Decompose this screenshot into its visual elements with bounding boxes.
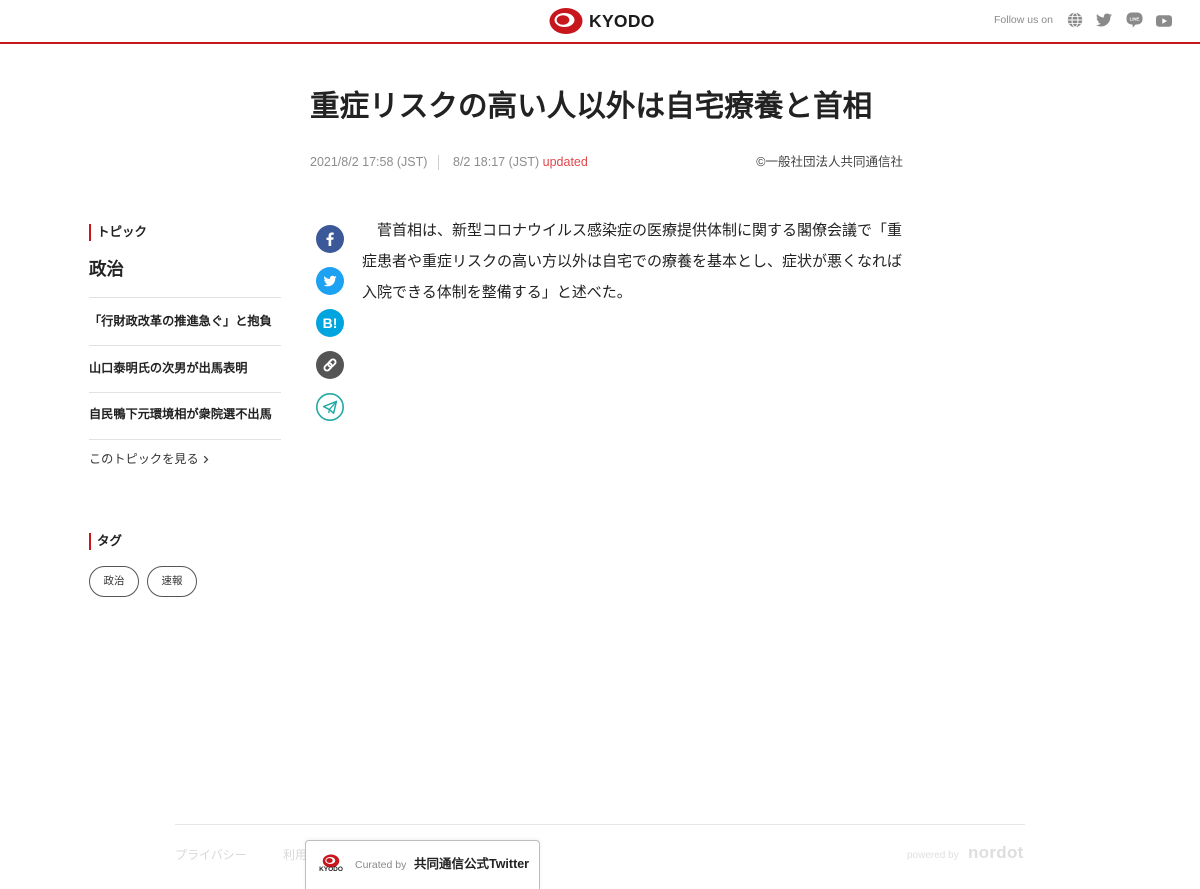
topic-divider bbox=[89, 392, 281, 393]
follow-us-label: Follow us on bbox=[994, 14, 1053, 26]
nordot-logo[interactable]: nordot bbox=[968, 842, 1024, 864]
facebook-share-button[interactable] bbox=[316, 225, 344, 253]
topic-name-link[interactable]: 政治 bbox=[89, 257, 124, 281]
line-icon: LINE bbox=[1126, 12, 1143, 28]
meta-divider bbox=[438, 155, 439, 170]
article-body: 菅首相は、新型コロナウイルス感染症の医療提供体制に関する閣僚会議で「重症患者や重… bbox=[362, 222, 903, 301]
curator-badge[interactable]: KYODO Curated by 共同通信公式Twitter bbox=[305, 840, 540, 889]
powered-by-label: powered by bbox=[907, 850, 959, 861]
topic-divider bbox=[89, 439, 281, 440]
chevron-right-icon bbox=[203, 455, 209, 463]
hatena-bookmark-icon: B! bbox=[316, 309, 344, 337]
privacy-link[interactable]: プライバシー bbox=[175, 847, 247, 863]
topic-item[interactable]: 山口泰明氏の次男が出馬表明 bbox=[89, 359, 281, 377]
curator-logo-text: KYODO bbox=[319, 866, 343, 873]
topic-divider bbox=[89, 345, 281, 346]
terms-link[interactable]: 利用 bbox=[283, 847, 307, 863]
see-topic-link[interactable]: このトピックを見る bbox=[89, 450, 209, 468]
kyodo-logo-mark-icon bbox=[549, 8, 583, 34]
footer-divider bbox=[175, 824, 1025, 825]
youtube-follow-link[interactable] bbox=[1156, 14, 1172, 32]
twitter-icon bbox=[1096, 13, 1113, 27]
published-time: 2021/8/2 17:58 (JST) bbox=[310, 155, 428, 169]
tag-heading: タグ bbox=[97, 534, 123, 548]
updated-label: updated bbox=[542, 155, 588, 169]
link-icon bbox=[316, 351, 344, 379]
see-topic-label: このトピックを見る bbox=[89, 452, 199, 466]
tag-chip[interactable]: 政治 bbox=[89, 566, 139, 597]
curated-by-label: Curated by bbox=[355, 859, 407, 871]
youtube-icon bbox=[1156, 15, 1172, 27]
hatena-label: B! bbox=[323, 315, 338, 331]
copyright: ©一般社団法人共同通信社 bbox=[756, 155, 903, 169]
updated-time: 8/2 18:17 (JST) bbox=[453, 155, 540, 169]
hatena-bookmark-button[interactable]: B! bbox=[316, 309, 344, 337]
kyodo-logo[interactable]: KYODO bbox=[549, 7, 655, 35]
topic-heading: トピック bbox=[97, 225, 148, 239]
telegram-icon bbox=[316, 393, 344, 421]
facebook-icon bbox=[316, 225, 344, 253]
twitter-follow-link[interactable] bbox=[1096, 13, 1113, 32]
twitter-share-button[interactable] bbox=[316, 267, 344, 295]
header-divider bbox=[0, 42, 1200, 44]
line-icon-label: LINE bbox=[1130, 17, 1140, 22]
topic-item[interactable]: 自民鴨下元環境相が衆院選不出馬 bbox=[89, 405, 281, 423]
globe-link[interactable] bbox=[1067, 12, 1083, 33]
telegram-share-button[interactable] bbox=[316, 393, 344, 421]
twitter-icon bbox=[316, 267, 344, 295]
topic-item[interactable]: 「行財政改革の推進急ぐ」と抱負 bbox=[89, 312, 281, 330]
updated-meta: 8/2 18:17 (JST) updated bbox=[453, 154, 588, 170]
tag-chip[interactable]: 速報 bbox=[147, 566, 197, 597]
topic-divider bbox=[89, 297, 281, 298]
curator-name: 共同通信公式Twitter bbox=[414, 857, 530, 871]
topic-heading-marker bbox=[89, 224, 91, 241]
logo-text: KYODO bbox=[589, 11, 655, 31]
copy-link-button[interactable] bbox=[316, 351, 344, 379]
article-title: 重症リスクの高い人以外は自宅療養と首相 bbox=[310, 90, 873, 123]
line-follow-link[interactable]: LINE bbox=[1126, 12, 1143, 33]
tag-heading-marker bbox=[89, 533, 91, 550]
globe-icon bbox=[1067, 12, 1083, 28]
